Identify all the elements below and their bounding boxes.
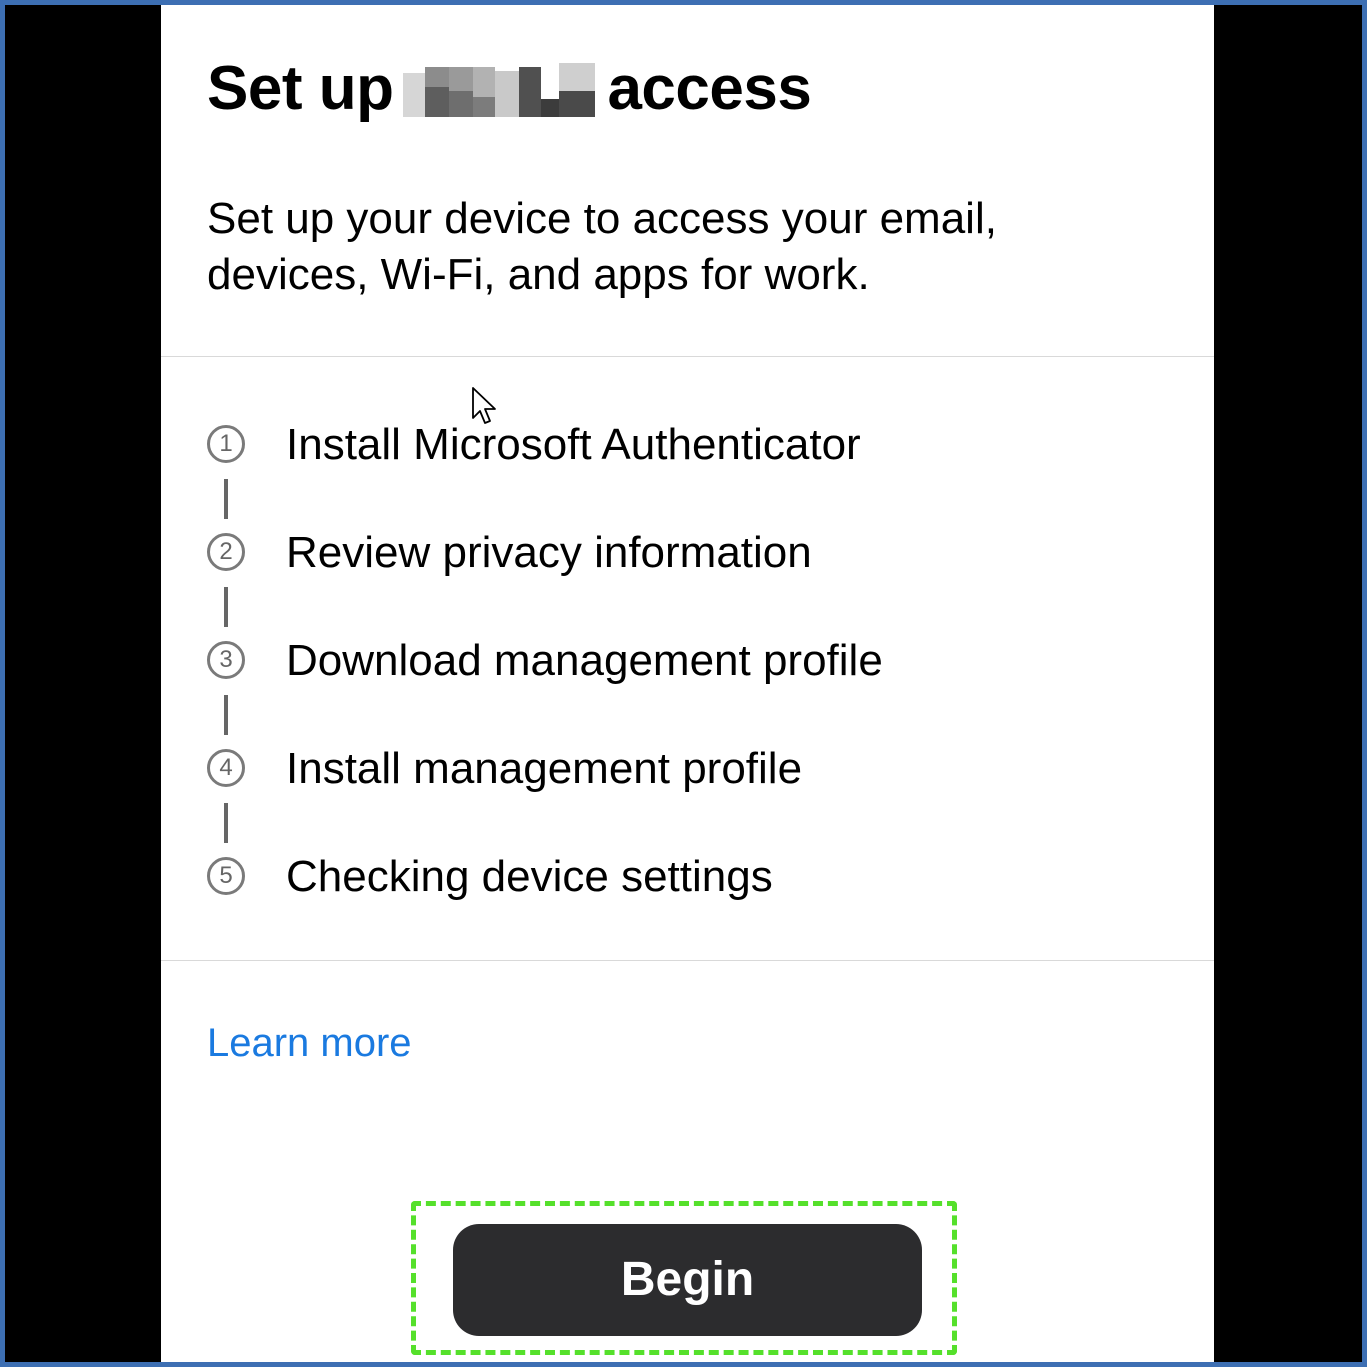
right-letterbox	[1214, 5, 1362, 1362]
page-title: Set up access	[207, 53, 812, 125]
step-number-icon: 1	[207, 425, 245, 463]
step-label: Checking device settings	[286, 852, 773, 901]
page-subtitle: Set up your device to access your email,…	[207, 194, 997, 299]
step-item: 5 Checking device settings	[207, 849, 1157, 957]
step-label: Install management profile	[286, 744, 803, 793]
step-number-icon: 2	[207, 533, 245, 571]
step-item: 1 Install Microsoft Authenticator	[207, 417, 1157, 525]
step-label: Review privacy information	[286, 528, 812, 577]
bottom-divider	[161, 960, 1214, 961]
begin-button[interactable]: Begin	[453, 1224, 922, 1336]
pointer-cursor-icon	[472, 387, 496, 424]
step-number-icon: 5	[207, 857, 245, 895]
top-divider	[161, 356, 1214, 357]
step-connector	[224, 587, 228, 627]
step-item: 4 Install management profile	[207, 741, 1157, 849]
page-title-suffix: access	[607, 54, 812, 123]
left-letterbox	[5, 5, 161, 1362]
step-label: Download management profile	[286, 636, 883, 685]
step-number-icon: 4	[207, 749, 245, 787]
step-connector	[224, 695, 228, 735]
step-number-icon: 3	[207, 641, 245, 679]
page-title-prefix: Set up	[207, 54, 394, 123]
learn-more-link[interactable]: Learn more	[207, 1017, 412, 1069]
step-item: 3 Download management profile	[207, 633, 1157, 741]
step-item: 2 Review privacy information	[207, 525, 1157, 633]
setup-steps-list: 1 Install Microsoft Authenticator 2 Revi…	[207, 417, 1157, 957]
step-connector	[224, 803, 228, 843]
setup-panel: Set up access Set up your device to acce…	[161, 5, 1214, 1362]
step-connector	[224, 479, 228, 519]
redacted-organization-name	[403, 59, 596, 119]
step-label: Install Microsoft Authenticator	[286, 420, 861, 469]
